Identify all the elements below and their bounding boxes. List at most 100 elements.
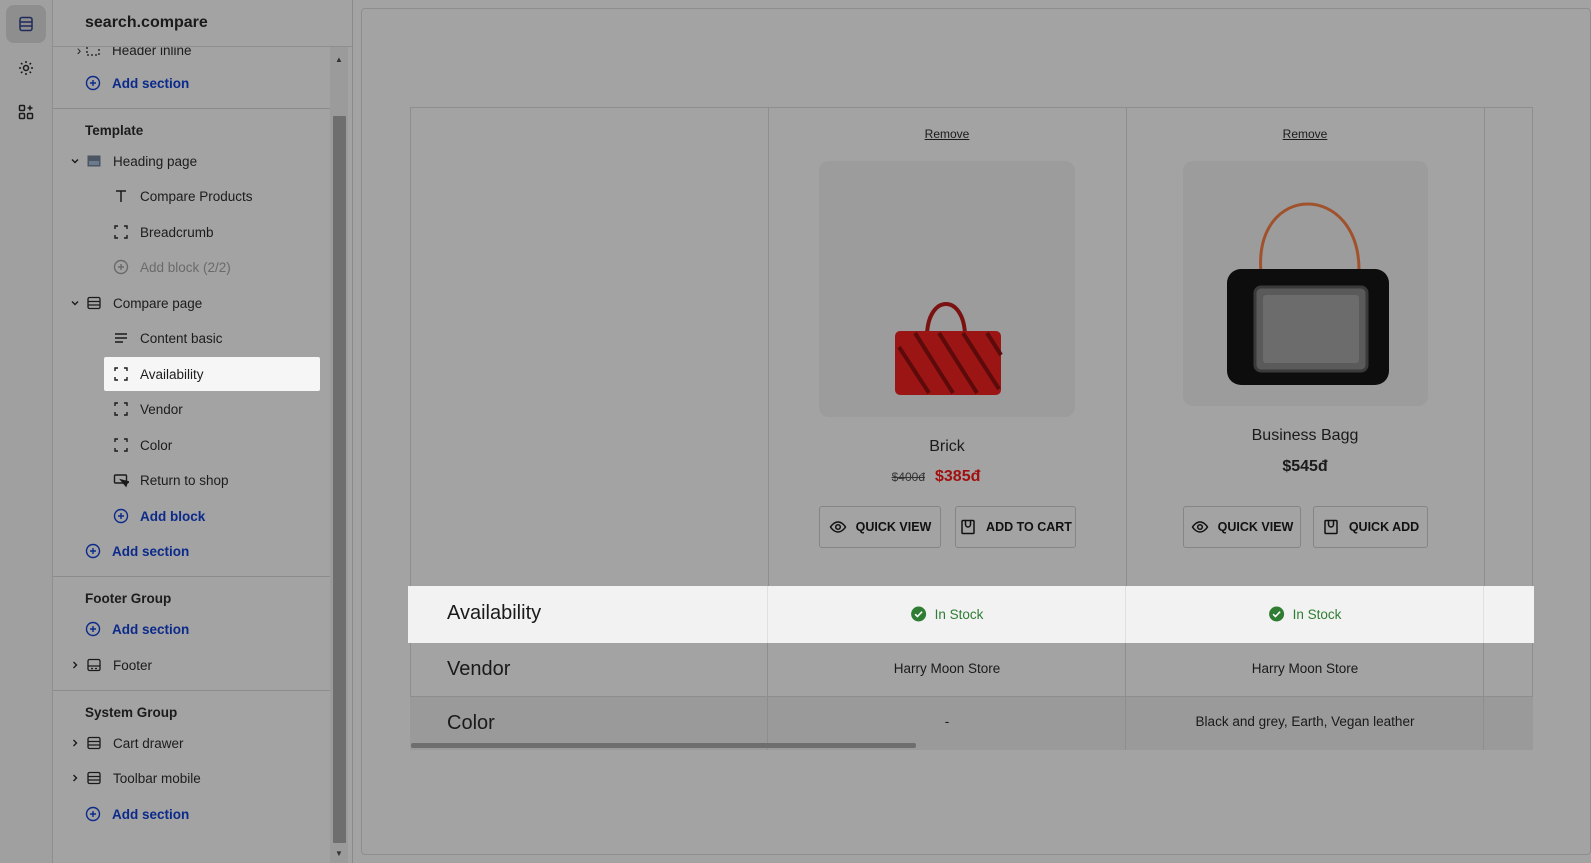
icon-rail bbox=[0, 0, 53, 863]
add-section-label: Add section bbox=[112, 806, 190, 822]
chevron-right-icon bbox=[69, 659, 81, 671]
vendor-value: Harry Moon Store bbox=[893, 661, 1001, 676]
column-divider bbox=[1126, 107, 1127, 587]
scrollbar-thumb[interactable] bbox=[333, 116, 346, 843]
tree-item-label: Footer bbox=[113, 657, 153, 673]
apps-icon[interactable] bbox=[6, 93, 46, 131]
plus-circle-icon bbox=[85, 621, 101, 637]
vendor-value: Harry Moon Store bbox=[1251, 661, 1359, 676]
button-label: QUICK VIEW bbox=[855, 520, 932, 534]
tree-item-footer[interactable]: Footer bbox=[69, 648, 152, 682]
plus-circle-icon bbox=[85, 543, 101, 559]
quick-view-button[interactable]: QUICK VIEW bbox=[1183, 506, 1301, 548]
section-icon bbox=[86, 770, 102, 786]
button-label: ADD TO CART bbox=[986, 520, 1072, 534]
row-label: Color bbox=[447, 712, 495, 734]
quick-add-button[interactable]: QUICK ADD bbox=[1313, 506, 1428, 548]
tree-item-cart-drawer[interactable]: Cart drawer bbox=[69, 726, 184, 760]
row-label: Availability bbox=[447, 602, 542, 624]
table-horizontal-scrollbar[interactable] bbox=[411, 743, 916, 748]
cursor-button-icon bbox=[113, 472, 129, 488]
block-label: Availability bbox=[140, 366, 204, 382]
tree-item-compare-page[interactable]: Compare page bbox=[69, 286, 202, 320]
block-icon bbox=[113, 437, 129, 453]
sections-panel: search.compare › Header inline Add secti… bbox=[53, 0, 353, 863]
quick-view-button[interactable]: QUICK VIEW bbox=[819, 506, 941, 548]
block-item-content-basic[interactable]: Content basic bbox=[113, 321, 223, 355]
divider bbox=[53, 690, 333, 691]
plus-circle-icon bbox=[113, 259, 129, 275]
block-item-availability[interactable]: Availability bbox=[113, 357, 204, 391]
add-block-button[interactable]: Add block bbox=[113, 499, 205, 533]
add-section-button[interactable]: Add section bbox=[85, 612, 189, 646]
button-label: QUICK ADD bbox=[1348, 520, 1420, 534]
tree-item-toolbar-mobile[interactable]: Toolbar mobile bbox=[69, 761, 201, 795]
block-label: Breadcrumb bbox=[140, 224, 214, 240]
block-item-breadcrumb[interactable]: Breadcrumb bbox=[113, 215, 214, 249]
image-icon bbox=[86, 153, 102, 169]
group-title-template: Template bbox=[85, 123, 144, 138]
product-name[interactable]: Brick bbox=[929, 438, 965, 456]
tree-item-label: Heading page bbox=[113, 153, 198, 169]
block-icon bbox=[113, 224, 129, 240]
chevron-right-icon bbox=[69, 772, 81, 784]
paragraph-icon bbox=[113, 330, 129, 346]
color-value: Black and grey, Earth, Vegan leather bbox=[1195, 714, 1415, 729]
product-image-business-bagg[interactable] bbox=[1183, 161, 1428, 406]
add-block-label: Add block (2/2) bbox=[140, 259, 231, 275]
check-circle-icon bbox=[1269, 606, 1285, 622]
divider bbox=[53, 108, 333, 109]
add-section-button[interactable]: Add section bbox=[85, 66, 189, 100]
plus-circle-icon bbox=[85, 806, 101, 822]
add-section-button[interactable]: Add section bbox=[85, 534, 189, 568]
divider bbox=[53, 576, 333, 577]
bag-icon bbox=[961, 519, 975, 535]
section-icon bbox=[86, 735, 102, 751]
chevron-right-icon bbox=[69, 737, 81, 749]
stock-label: In Stock bbox=[934, 606, 984, 622]
sale-price: $385đ bbox=[935, 468, 981, 485]
stock-label: In Stock bbox=[1292, 606, 1342, 622]
scroll-up-icon[interactable]: ▲ bbox=[333, 54, 345, 64]
chevron-down-icon bbox=[69, 155, 81, 167]
column-divider bbox=[1484, 107, 1485, 587]
block-label: Vendor bbox=[140, 401, 183, 417]
tree-item-heading-page[interactable]: Heading page bbox=[69, 144, 197, 178]
add-section-button[interactable]: Add section bbox=[85, 797, 189, 831]
color-value: - bbox=[944, 714, 950, 729]
scroll-down-icon[interactable]: ▼ bbox=[333, 848, 345, 858]
eye-icon bbox=[829, 521, 847, 533]
plus-circle-icon bbox=[85, 75, 101, 91]
tree-item-label: Compare page bbox=[113, 295, 203, 311]
tree-item-label: Toolbar mobile bbox=[113, 770, 201, 786]
product-image-brick[interactable] bbox=[819, 161, 1075, 417]
remove-link[interactable]: Remove bbox=[1283, 127, 1328, 141]
remove-link[interactable]: Remove bbox=[925, 127, 970, 141]
check-circle-icon bbox=[911, 606, 927, 622]
section-icon bbox=[86, 295, 102, 311]
compare-at-price: $400đ bbox=[891, 470, 925, 484]
stock-status: In Stock bbox=[1269, 606, 1342, 622]
block-item-return-to-shop[interactable]: Return to shop bbox=[113, 463, 229, 497]
panel-title: search.compare bbox=[53, 0, 352, 47]
add-to-cart-button[interactable]: ADD TO CART bbox=[955, 506, 1076, 548]
add-block-button-disabled: Add block (2/2) bbox=[113, 250, 231, 284]
plus-circle-icon bbox=[113, 508, 129, 524]
group-title-system: System Group bbox=[85, 705, 178, 720]
block-item-compare-products[interactable]: Compare Products bbox=[113, 179, 253, 213]
settings-icon[interactable] bbox=[6, 49, 46, 87]
red-handbag-illustration bbox=[895, 302, 1003, 395]
block-icon bbox=[113, 401, 129, 417]
row-label: Vendor bbox=[447, 658, 511, 680]
eye-icon bbox=[1191, 521, 1209, 533]
column-divider bbox=[768, 107, 769, 587]
block-item-vendor[interactable]: Vendor bbox=[113, 392, 183, 426]
sections-icon[interactable] bbox=[6, 5, 46, 43]
block-item-color[interactable]: Color bbox=[113, 428, 172, 462]
product-name[interactable]: Business Bagg bbox=[1252, 427, 1359, 445]
block-label: Content basic bbox=[140, 330, 223, 346]
add-section-label: Add section bbox=[112, 75, 190, 91]
block-label: Compare Products bbox=[140, 188, 253, 204]
black-handbag-illustration bbox=[1227, 202, 1389, 385]
chevron-down-icon bbox=[69, 297, 81, 309]
